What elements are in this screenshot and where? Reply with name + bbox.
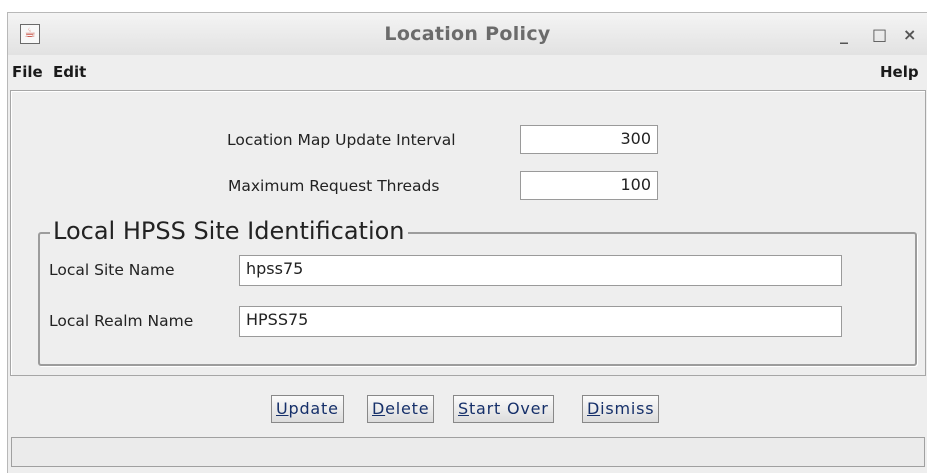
site-name-field[interactable]: hpss75 — [239, 255, 842, 286]
menu-bar: File Edit Help — [8, 58, 927, 86]
maximize-icon[interactable]: □ — [872, 25, 887, 44]
status-bar — [11, 437, 925, 467]
minimize-icon[interactable]: _ — [840, 25, 848, 44]
site-name-label: Local Site Name — [49, 261, 175, 279]
update-button[interactable]: Update — [271, 395, 344, 423]
close-icon[interactable]: × — [903, 25, 916, 44]
title-bar[interactable]: ☕ Location Policy _ □ × — [8, 13, 927, 55]
menu-file[interactable]: File — [12, 63, 43, 81]
policy-panel: Location Map Update Interval 300 Maximum… — [10, 90, 926, 376]
update-interval-label: Location Map Update Interval — [227, 131, 456, 149]
menu-help[interactable]: Help — [880, 63, 919, 81]
max-threads-field[interactable]: 100 — [520, 171, 658, 200]
location-policy-window: ☕ Location Policy _ □ × File Edit Help L… — [7, 12, 927, 473]
max-threads-label: Maximum Request Threads — [228, 177, 440, 195]
local-site-group: Local HPSS Site Identification Local Sit… — [38, 217, 917, 366]
start-over-button[interactable]: Start Over — [453, 395, 554, 423]
dismiss-button[interactable]: Dismiss — [582, 395, 660, 423]
group-title: Local HPSS Site Identification — [50, 217, 408, 245]
window-title: Location Policy — [384, 23, 551, 45]
update-interval-field[interactable]: 300 — [520, 125, 658, 154]
realm-name-field[interactable]: HPSS75 — [239, 306, 842, 337]
menu-edit[interactable]: Edit — [53, 63, 86, 81]
realm-name-label: Local Realm Name — [49, 312, 194, 330]
delete-button[interactable]: Delete — [367, 395, 435, 423]
